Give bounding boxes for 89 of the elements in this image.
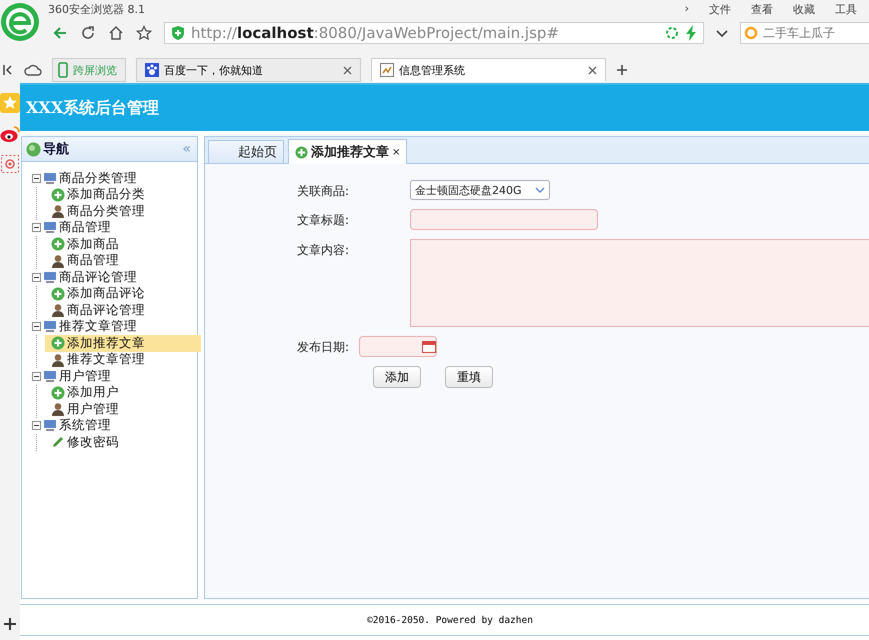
close-icon <box>343 66 352 74</box>
close-icon <box>588 66 597 74</box>
tree-item[interactable]: 商品管理 <box>45 252 201 269</box>
menu-item[interactable]: 工具 <box>835 2 857 16</box>
field-label: 关联商品: <box>297 183 350 200</box>
pencil-icon <box>51 435 65 450</box>
tree-folder[interactable]: 商品分类管理 <box>59 170 137 187</box>
copyright-text: ©2016-2050. Powered by dazhen <box>367 614 533 626</box>
search-field[interactable]: 二手车上瓜子 <box>740 22 869 44</box>
tree-item[interactable]: 添加用户 <box>45 384 201 401</box>
person-icon <box>51 254 65 268</box>
phone-icon <box>58 62 68 78</box>
tree-item[interactable]: 修改密码 <box>45 434 201 450</box>
page-icon <box>380 63 394 77</box>
tree-item[interactable]: 商品分类管理 <box>45 203 201 220</box>
tree-folder[interactable]: 商品管理 <box>59 219 111 236</box>
chevron-down-icon <box>535 186 545 194</box>
add-icon <box>51 336 65 350</box>
browser-tab[interactable]: 信息管理系统 <box>371 58 606 82</box>
shield-icon <box>171 25 185 41</box>
monitor-icon <box>43 270 57 284</box>
tree-item[interactable]: 商品评论管理 <box>45 302 201 318</box>
add-icon <box>51 386 65 400</box>
menu-item[interactable]: 文件 <box>709 2 731 16</box>
monitor-icon <box>43 221 57 234</box>
chevron-icon[interactable]: › <box>684 2 689 16</box>
date-field[interactable] <box>359 336 437 357</box>
add-icon <box>51 237 65 252</box>
globe-icon <box>26 142 41 156</box>
content-tab[interactable]: 起始页 <box>208 140 284 163</box>
menu-item[interactable]: 查看 <box>751 2 773 16</box>
calendar-icon <box>422 340 436 353</box>
loading-icon <box>665 26 679 40</box>
collapse-icon[interactable] <box>32 372 41 381</box>
monitor-icon <box>43 172 57 185</box>
collapse-icon[interactable] <box>32 174 41 183</box>
tree-item[interactable]: 用户管理 <box>45 401 201 418</box>
tree-item[interactable]: 添加商品分类 <box>45 186 201 203</box>
tree-item[interactable]: 推荐文章管理 <box>45 352 201 368</box>
person-icon <box>51 303 65 318</box>
lightning-icon <box>685 25 697 41</box>
add-icon <box>51 188 65 202</box>
add-icon <box>295 146 308 158</box>
back-icon[interactable] <box>52 25 68 41</box>
monitor-icon <box>43 419 57 432</box>
collapse-icon[interactable] <box>32 223 41 232</box>
collapse-icon[interactable] <box>32 421 41 430</box>
email-icon[interactable] <box>1 155 19 173</box>
weibo-icon[interactable] <box>0 125 20 143</box>
window-title: 360安全浏览器 8.1 <box>48 2 146 16</box>
collapse-icon[interactable] <box>32 322 41 332</box>
paw-icon <box>145 63 159 77</box>
person-icon <box>51 352 65 367</box>
tree-item[interactable]: 添加推荐文章 <box>45 335 201 352</box>
input-field[interactable] <box>410 209 598 230</box>
address-bar[interactable]: http://localhost:8080/JavaWebProject/main.jsp# <box>164 22 704 44</box>
home-icon[interactable] <box>108 25 124 41</box>
person-icon <box>51 204 65 218</box>
form-button[interactable]: 重填 <box>445 366 493 388</box>
field-label: 发布日期: <box>297 339 350 356</box>
tree-folder[interactable]: 系统管理 <box>59 417 111 434</box>
refresh-icon[interactable] <box>80 25 96 41</box>
dropdown[interactable]: 金士顿固态硬盘240G <box>410 180 550 200</box>
field-label: 文章内容: <box>297 242 350 259</box>
search-engine-icon <box>744 26 758 40</box>
tree-folder[interactable]: 用户管理 <box>59 368 111 385</box>
content-tab[interactable]: 添加推荐文章 × <box>288 139 408 164</box>
browser-tab[interactable]: 百度一下，你就知道 <box>136 58 361 82</box>
add-icon <box>51 286 65 301</box>
menu-item[interactable]: 收藏 <box>793 2 815 16</box>
new-tab-icon[interactable] <box>616 64 628 76</box>
tree-item[interactable]: 添加商品 <box>45 236 201 252</box>
monitor-icon <box>43 320 57 334</box>
tree-item[interactable]: 添加商品评论 <box>45 286 201 302</box>
close-button[interactable]: × <box>392 146 400 158</box>
tree-folder[interactable]: 商品评论管理 <box>59 268 137 286</box>
form-button[interactable]: 添加 <box>373 366 421 388</box>
app-title: XXX系统后台管理 <box>26 98 160 118</box>
sidebar-toggle-icon[interactable] <box>2 64 14 76</box>
person-icon <box>51 402 65 416</box>
collapse-icon[interactable] <box>32 272 41 282</box>
url-text: http://localhost:8080/JavaWebProject/main.jsp# <box>191 24 560 42</box>
monitor-icon <box>43 370 57 383</box>
tree-folder[interactable]: 推荐文章管理 <box>59 318 137 336</box>
star-icon[interactable] <box>136 25 152 41</box>
panel-title: 导航 <box>43 140 69 158</box>
field-label: 文章标题: <box>297 212 350 229</box>
cloud-icon[interactable] <box>24 63 42 77</box>
add-icon[interactable] <box>4 618 16 630</box>
